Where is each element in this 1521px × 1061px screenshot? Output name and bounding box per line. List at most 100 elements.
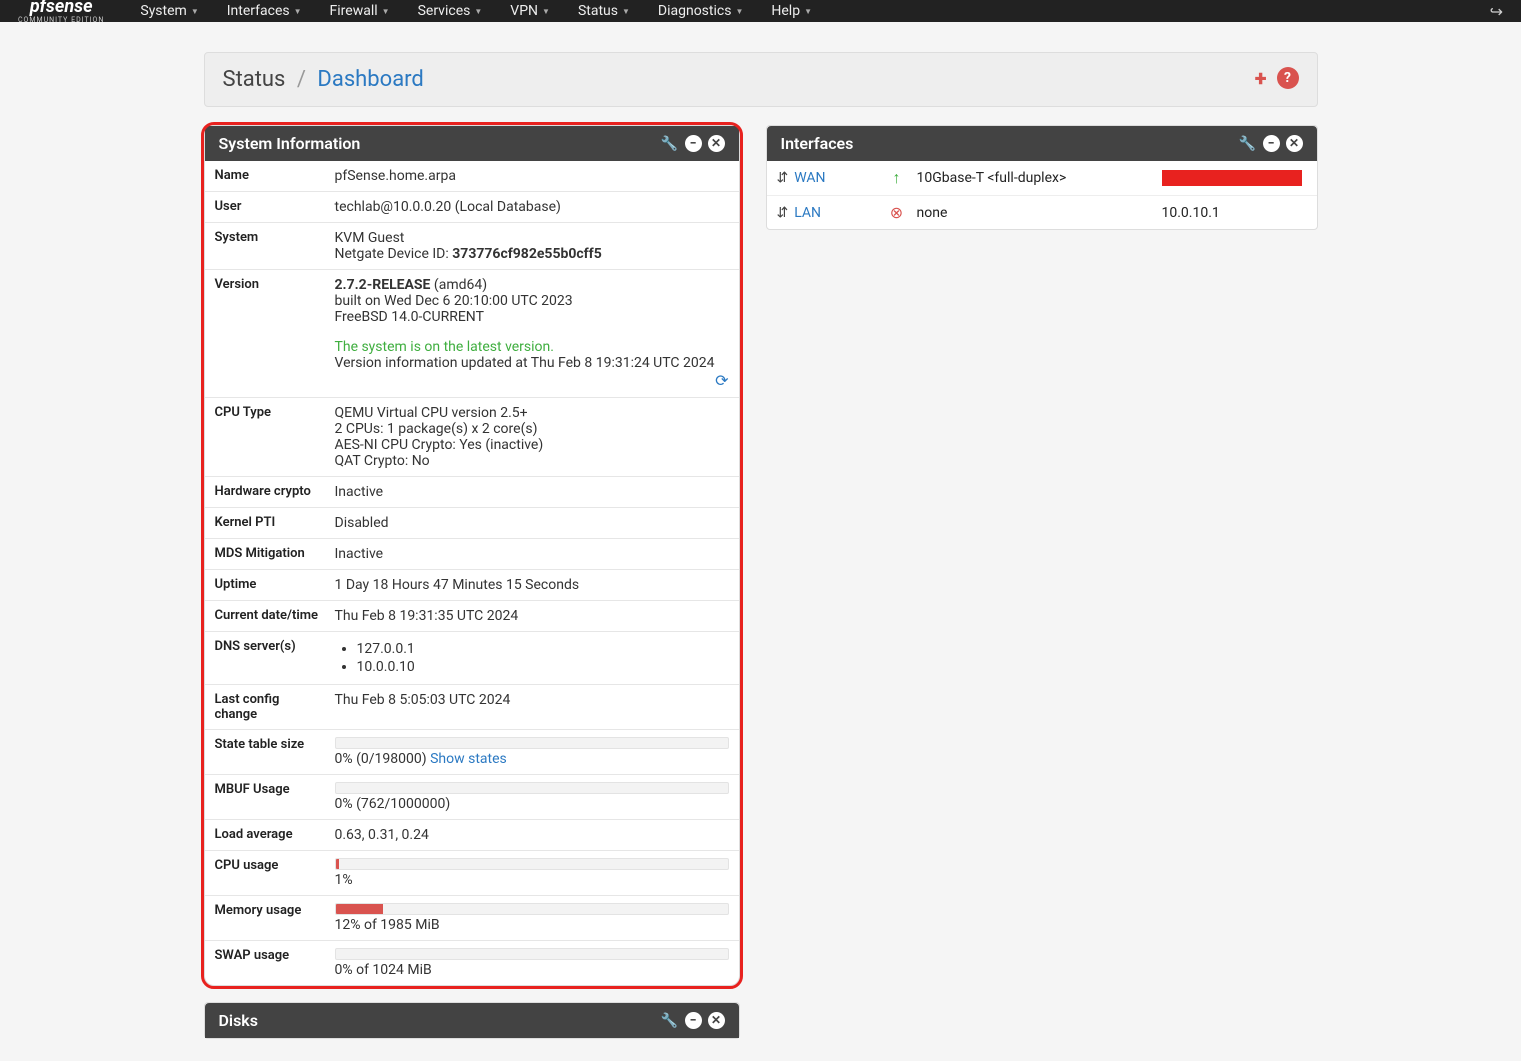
caret-icon: ▼	[382, 7, 390, 16]
value-load: 0.63, 0.31, 0.24	[335, 820, 739, 850]
page-header: Status / Dashboard + ?	[204, 52, 1318, 107]
value-uptime: 1 Day 18 Hours 47 Minutes 15 Seconds	[335, 570, 739, 600]
breadcrumb: Status / Dashboard	[223, 67, 424, 92]
label-mem: Memory usage	[205, 896, 335, 940]
brand-logo: pfsense	[30, 0, 93, 16]
iface-addr: 10.0.10.1	[1162, 205, 1307, 221]
breadcrumb-sep-icon: /	[297, 67, 306, 92]
caret-icon: ▼	[542, 7, 550, 16]
value-lastcfg: Thu Feb 8 5:05:03 UTC 2024	[335, 685, 739, 729]
sitemap-icon: ⇵	[777, 170, 789, 186]
iface-media: none	[917, 205, 1162, 221]
nav-services[interactable]: Services▼	[404, 0, 497, 23]
iface-media: 10Gbase-T <full-duplex>	[917, 170, 1162, 186]
iface-row-wan: ⇵ WAN ↑ 10Gbase-T <full-duplex>	[767, 161, 1317, 196]
minimize-icon[interactable]: −	[1263, 135, 1280, 152]
caret-icon: ▼	[294, 7, 302, 16]
breadcrumb-active[interactable]: Dashboard	[317, 67, 423, 92]
label-cpuu: CPU usage	[205, 851, 335, 895]
swap-progress	[335, 948, 729, 960]
state-progress	[335, 737, 729, 749]
value-state: 0% (0/198000) Show states	[335, 730, 739, 774]
sitemap-icon: ⇵	[777, 205, 789, 221]
wrench-icon[interactable]: 🔧	[661, 1012, 679, 1030]
wrench-icon[interactable]: 🔧	[1239, 135, 1257, 153]
times-circle-icon: ⊗	[877, 203, 917, 222]
top-navbar: pfsense COMMUNITY EDITION System▼ Interf…	[0, 0, 1521, 22]
show-states-link[interactable]: Show states	[430, 751, 507, 767]
nav-interfaces[interactable]: Interfaces▼	[213, 0, 316, 23]
nav-menu: System▼ Interfaces▼ Firewall▼ Services▼ …	[126, 0, 826, 23]
nav-system[interactable]: System▼	[126, 0, 212, 23]
nav-status[interactable]: Status▼	[564, 0, 644, 23]
brand-edition: COMMUNITY EDITION	[18, 17, 104, 24]
label-lastcfg: Last config change	[205, 685, 335, 729]
label-swap: SWAP usage	[205, 941, 335, 985]
minimize-icon[interactable]: −	[685, 135, 702, 152]
label-mbuf: MBUF Usage	[205, 775, 335, 819]
breadcrumb-root[interactable]: Status	[223, 67, 286, 92]
nav-firewall[interactable]: Firewall▼	[316, 0, 404, 23]
value-cpuu: 1%	[335, 851, 739, 895]
label-state: State table size	[205, 730, 335, 774]
caret-icon: ▼	[191, 7, 199, 16]
redacted-block	[1162, 170, 1302, 186]
close-icon[interactable]: ✕	[1286, 135, 1303, 152]
label-user: User	[205, 192, 335, 222]
label-mds: MDS Mitigation	[205, 539, 335, 569]
brand[interactable]: pfsense COMMUNITY EDITION	[18, 0, 104, 24]
caret-icon: ▼	[474, 7, 482, 16]
label-system: System	[205, 223, 335, 269]
cpu-progress	[335, 858, 729, 870]
label-uptime: Uptime	[205, 570, 335, 600]
system-information-panel: System Information 🔧 − ✕ NamepfSense.hom…	[204, 125, 740, 986]
mem-progress-bar	[336, 904, 383, 914]
minimize-icon[interactable]: −	[685, 1012, 702, 1029]
add-widget-icon[interactable]: +	[1255, 67, 1267, 92]
label-version: Version	[205, 270, 335, 397]
iface-link-lan[interactable]: LAN	[794, 205, 821, 221]
value-kpti: Disabled	[335, 508, 739, 538]
value-datetime: Thu Feb 8 19:31:35 UTC 2024	[335, 601, 739, 631]
nav-help[interactable]: Help▼	[757, 0, 826, 23]
value-name: pfSense.home.arpa	[335, 161, 739, 191]
panel-header: System Information 🔧 − ✕	[205, 126, 739, 161]
label-cpu: CPU Type	[205, 398, 335, 476]
label-kpti: Kernel PTI	[205, 508, 335, 538]
value-mem: 12% of 1985 MiB	[335, 896, 739, 940]
label-hwcrypto: Hardware crypto	[205, 477, 335, 507]
nav-diagnostics[interactable]: Diagnostics▼	[644, 0, 757, 23]
wrench-icon[interactable]: 🔧	[661, 135, 679, 153]
logout-icon[interactable]: ↪	[1490, 2, 1503, 21]
value-cpu: QEMU Virtual CPU version 2.5+ 2 CPUs: 1 …	[335, 398, 739, 476]
label-load: Load average	[205, 820, 335, 850]
value-user: techlab@10.0.0.20 (Local Database)	[335, 192, 739, 222]
iface-link-wan[interactable]: WAN	[794, 170, 825, 186]
value-dns: 127.0.0.1 10.0.0.10	[335, 632, 739, 684]
arrow-up-icon: ↑	[877, 168, 917, 188]
refresh-icon[interactable]: ⟳	[715, 371, 728, 390]
panel-header: Disks 🔧 − ✕	[205, 1003, 739, 1038]
cpu-progress-bar	[336, 859, 340, 869]
close-icon[interactable]: ✕	[708, 1012, 725, 1029]
panel-title: System Information	[219, 134, 361, 153]
panel-header: Interfaces 🔧 − ✕	[767, 126, 1317, 161]
panel-title: Interfaces	[781, 134, 854, 153]
disks-panel: Disks 🔧 − ✕	[204, 1002, 740, 1039]
iface-row-lan: ⇵ LAN ⊗ none 10.0.10.1	[767, 196, 1317, 229]
caret-icon: ▼	[735, 7, 743, 16]
interfaces-panel: Interfaces 🔧 − ✕ ⇵ WAN ↑ 10Gbase-T <full…	[766, 125, 1318, 230]
mem-progress	[335, 903, 729, 915]
label-dns: DNS server(s)	[205, 632, 335, 684]
value-system: KVM Guest Netgate Device ID: 373776cf982…	[335, 223, 739, 269]
value-version: 2.7.2-RELEASE (amd64) built on Wed Dec 6…	[335, 270, 739, 397]
caret-icon: ▼	[804, 7, 812, 16]
iface-addr	[1162, 170, 1307, 186]
nav-vpn[interactable]: VPN▼	[496, 0, 564, 23]
help-icon[interactable]: ?	[1277, 67, 1299, 89]
value-swap: 0% of 1024 MiB	[335, 941, 739, 985]
value-mds: Inactive	[335, 539, 739, 569]
close-icon[interactable]: ✕	[708, 135, 725, 152]
value-hwcrypto: Inactive	[335, 477, 739, 507]
label-datetime: Current date/time	[205, 601, 335, 631]
